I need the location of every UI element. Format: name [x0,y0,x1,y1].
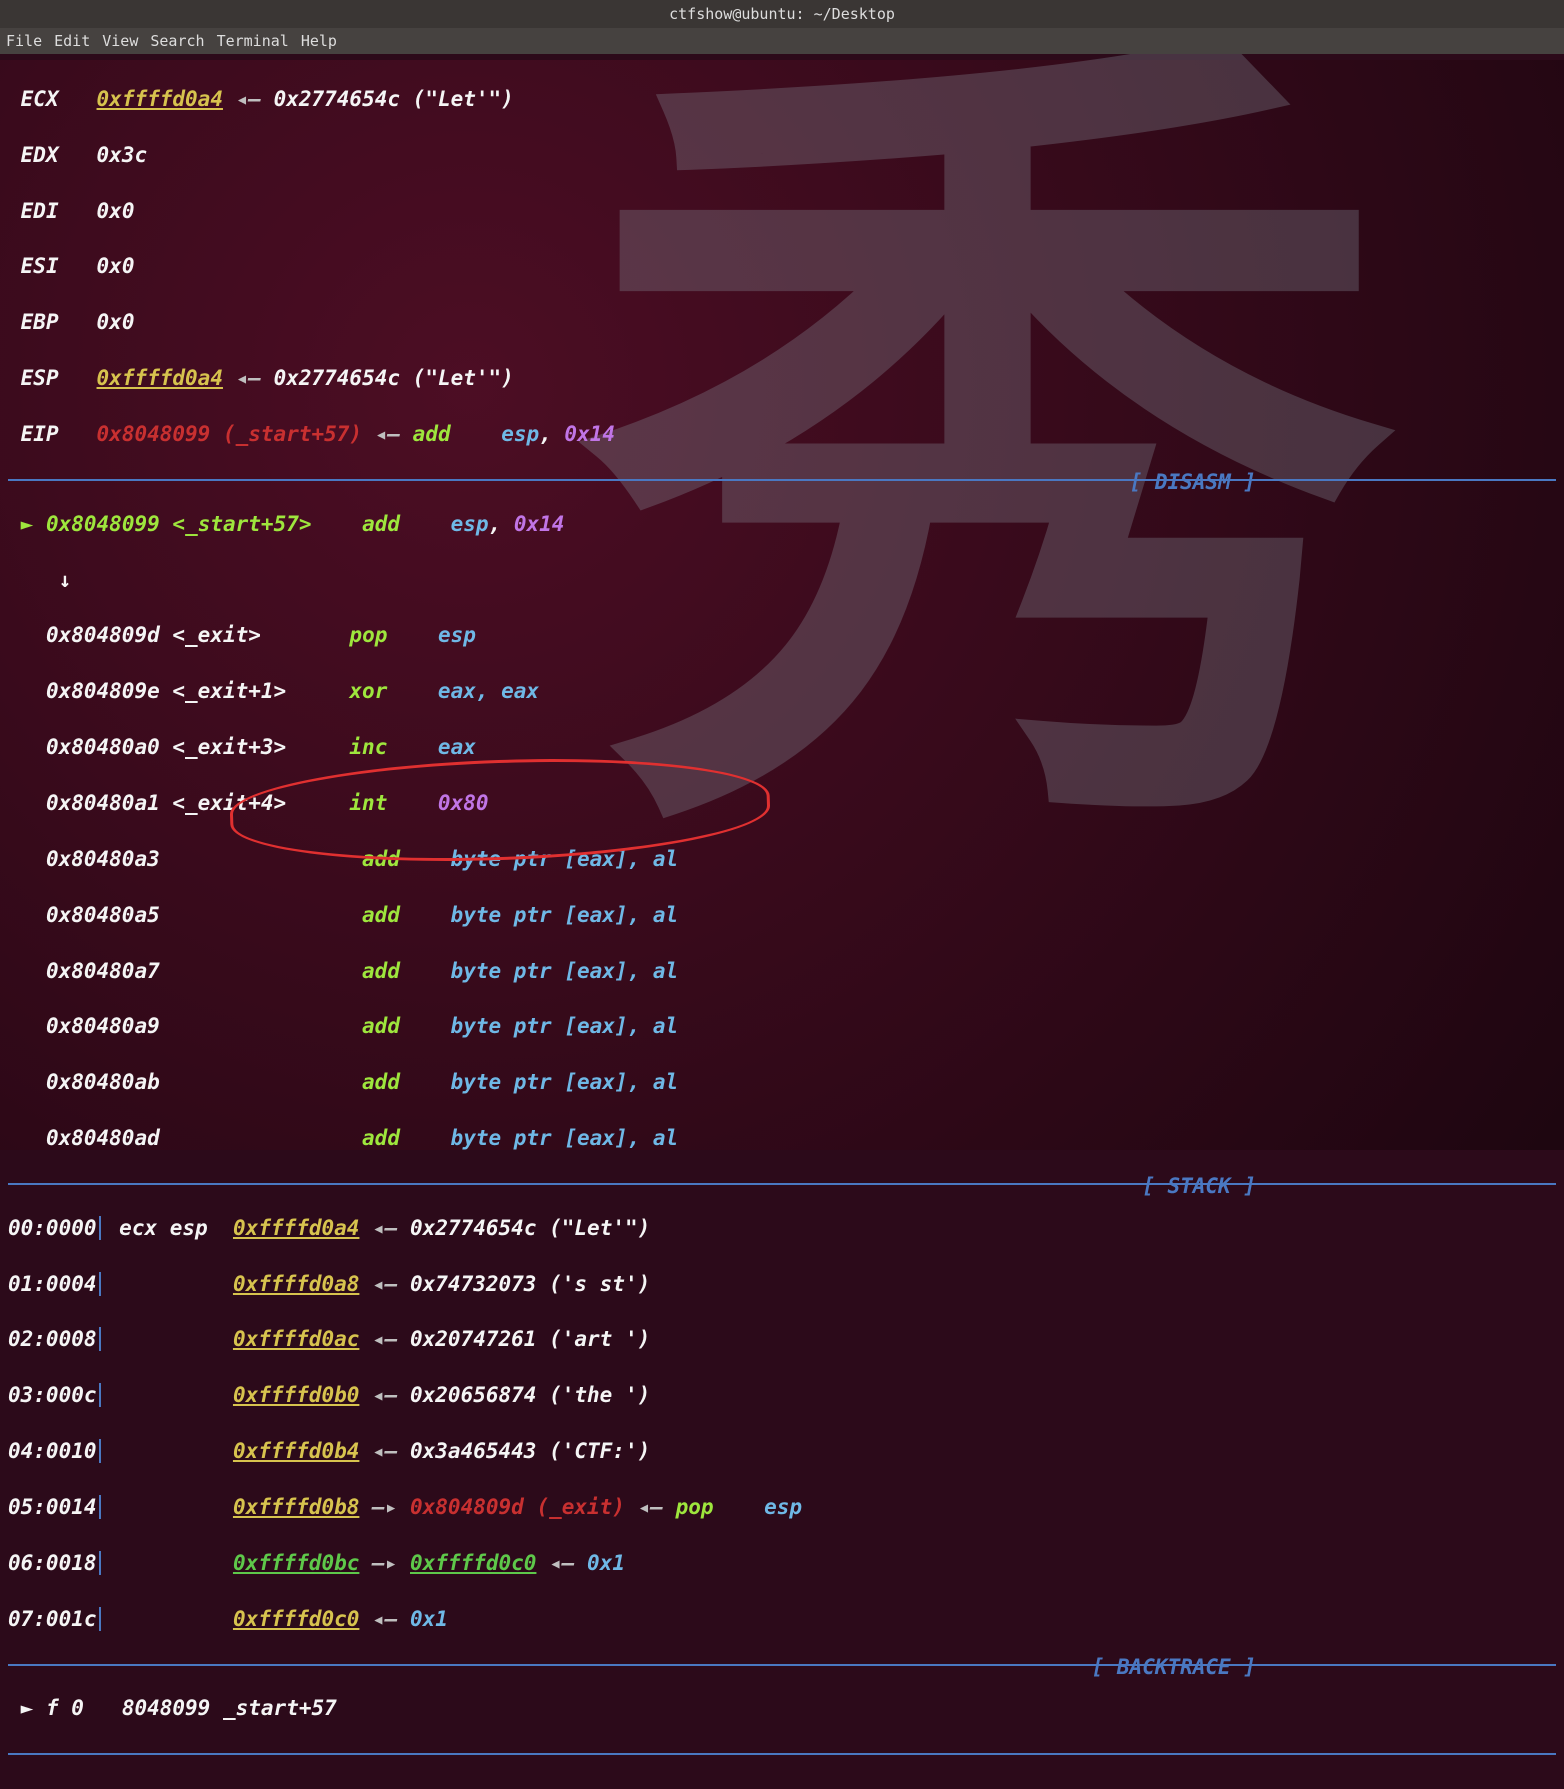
disasm-arrow: ↓ [8,567,1556,595]
section-divider [8,1753,1556,1755]
reg-esp: ESP 0xffffd0a4 ◂— 0x2774654c ("Let'") [8,365,1556,393]
disasm-row: 0x80480ad add byte ptr [eax], al [8,1125,1556,1153]
reg-esi: ESI 0x0 [8,253,1556,281]
disasm-row: 0x80480a1 <_exit+4> int 0x80 [8,790,1556,818]
stack-row: 04:0010 0xffffd0b4 ◂— 0x3a465443 ('CTF:'… [8,1438,1556,1466]
menu-search[interactable]: Search [150,32,204,50]
reg-edi: EDI 0x0 [8,198,1556,226]
menu-edit[interactable]: Edit [54,32,90,50]
reg-eip: EIP 0x8048099 (_start+57) ◂— add esp, 0x… [8,421,1556,449]
menubar: File Edit View Search Terminal Help [0,28,1564,54]
section-divider [8,1664,1556,1666]
disasm-row: 0x804809e <_exit+1> xor eax, eax [8,678,1556,706]
menu-help[interactable]: Help [301,32,337,50]
section-divider [8,1183,1556,1185]
disasm-row: 0x80480ab add byte ptr [eax], al [8,1069,1556,1097]
menu-terminal[interactable]: Terminal [217,32,289,50]
disasm-row: 0x80480a5 add byte ptr [eax], al [8,902,1556,930]
stack-row: 00:0000 ecx esp 0xffffd0a4 ◂— 0x2774654c… [8,1215,1556,1243]
reg-ecx: ECX 0xffffd0a4 ◂— 0x2774654c ("Let'") [8,86,1556,114]
menu-view[interactable]: View [102,32,138,50]
backtrace-row: ► f 0 8048099 _start+57 [8,1695,1556,1723]
disasm-row: 0x80480a9 add byte ptr [eax], al [8,1013,1556,1041]
menu-file[interactable]: File [6,32,42,50]
stack-row: 07:001c 0xffffd0c0 ◂— 0x1 [8,1606,1556,1634]
stack-row: 02:0008 0xffffd0ac ◂— 0x20747261 ('art '… [8,1326,1556,1354]
disasm-row: 0x80480a7 add byte ptr [eax], al [8,958,1556,986]
window-title: ctfshow@ubuntu: ~/Desktop [669,5,895,23]
stack-row: 06:0018 0xffffd0bc —▸ 0xffffd0c0 ◂— 0x1 [8,1550,1556,1578]
disasm-row: 0x804809d <_exit> pop esp [8,622,1556,650]
reg-ebp: EBP 0x0 [8,309,1556,337]
terminal-output[interactable]: ECX 0xffffd0a4 ◂— 0x2774654c ("Let'") ED… [0,54,1564,1789]
stack-row: 03:000c 0xffffd0b0 ◂— 0x20656874 ('the '… [8,1382,1556,1410]
section-divider [8,479,1556,481]
stack-row: 01:0004 0xffffd0a8 ◂— 0x74732073 ('s st'… [8,1271,1556,1299]
stack-row: 05:0014 0xffffd0b8 —▸ 0x804809d (_exit) … [8,1494,1556,1522]
window-titlebar: ctfshow@ubuntu: ~/Desktop [0,0,1564,28]
disasm-row: 0x80480a0 <_exit+3> inc eax [8,734,1556,762]
disasm-current: ► 0x8048099 <_start+57> add esp, 0x14 [8,511,1556,539]
reg-edx: EDX 0x3c [8,142,1556,170]
disasm-row: 0x80480a3 add byte ptr [eax], al [8,846,1556,874]
